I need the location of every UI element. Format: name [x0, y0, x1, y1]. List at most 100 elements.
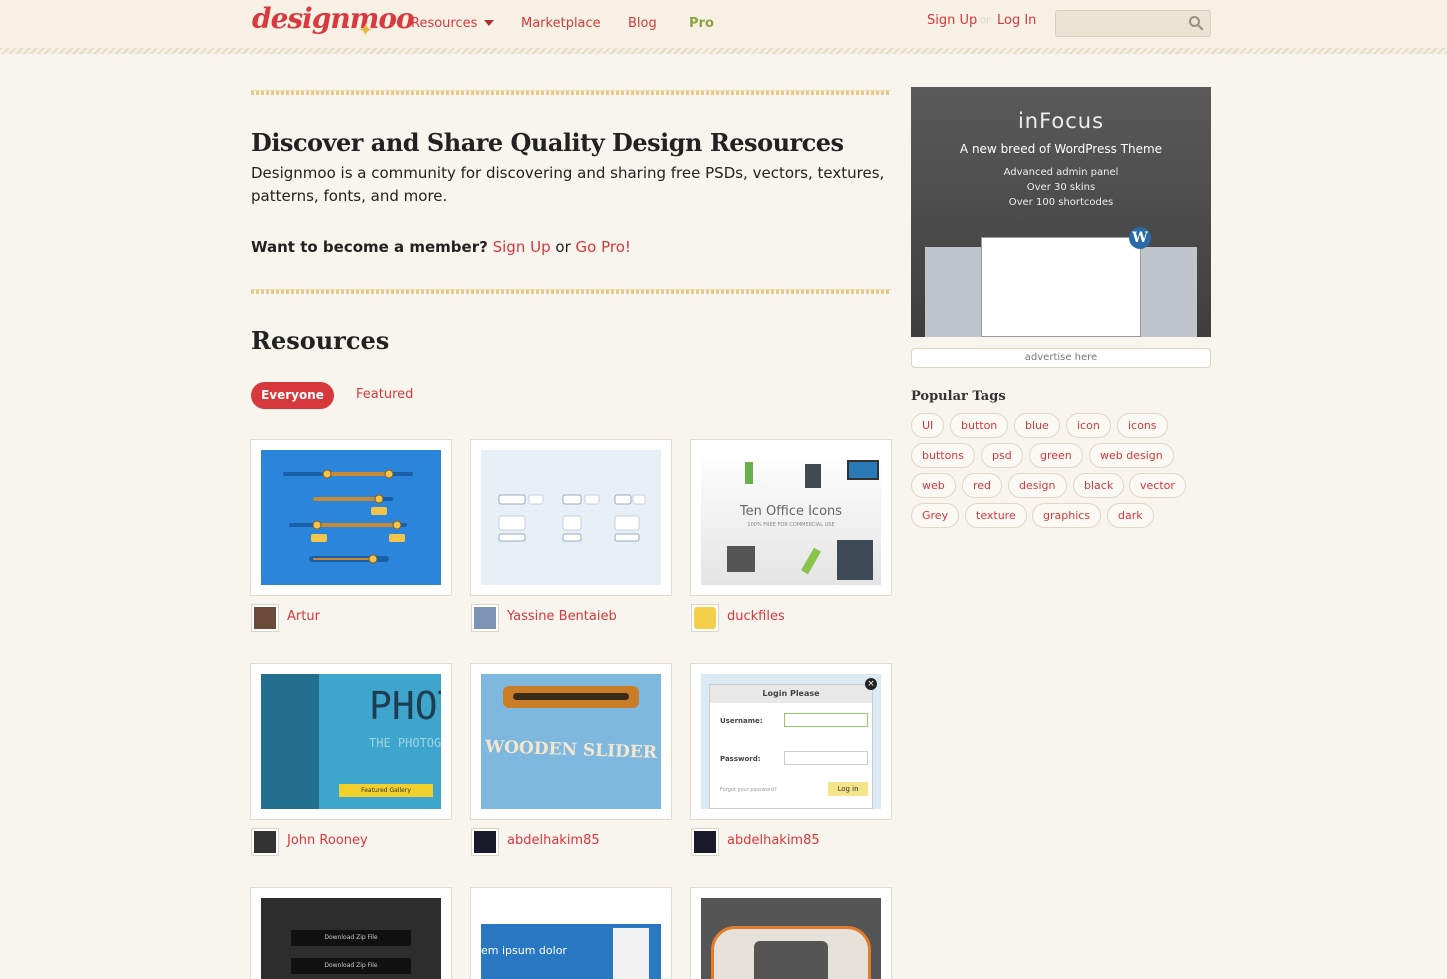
thumb-button: Featured Gallery: [339, 784, 433, 797]
tag-pill[interactable]: web: [911, 473, 956, 498]
tag-pill[interactable]: web design: [1089, 443, 1174, 468]
tag-pill[interactable]: psd: [981, 443, 1023, 468]
divider: [251, 289, 891, 294]
tag-pill[interactable]: red: [962, 473, 1003, 498]
ad-screenshot: [925, 237, 1197, 337]
resource-card[interactable]: PHOT THE PHOTOG Featured Gallery: [250, 663, 452, 820]
owner-name[interactable]: Artur: [287, 609, 320, 624]
resource-thumbnail[interactable]: WOODEN SLIDER: [481, 674, 661, 809]
filter-everyone-tab[interactable]: Everyone: [251, 382, 334, 409]
tag-pill[interactable]: design: [1008, 473, 1067, 498]
nav-pro[interactable]: Pro: [689, 16, 714, 31]
resource-thumbnail[interactable]: em ipsum dolor: [481, 898, 661, 979]
tag-pill[interactable]: buttons: [911, 443, 976, 468]
owner-name[interactable]: John Rooney: [287, 833, 368, 848]
resource-card[interactable]: [470, 439, 672, 596]
ad-tagline: A new breed of WordPress Theme: [959, 142, 1163, 156]
thumb-title: Ten Office Icons: [739, 504, 843, 519]
ad-banner[interactable]: inFocus A new breed of WordPress Theme A…: [911, 87, 1211, 337]
tag-pill[interactable]: green: [1029, 443, 1083, 468]
resource-card[interactable]: Login Please Username: Password: Forgot …: [690, 663, 892, 820]
notebook-icon: [837, 540, 873, 580]
avatar[interactable]: [251, 604, 279, 632]
avatar[interactable]: [471, 604, 499, 632]
nav-blog[interactable]: Blog: [628, 16, 657, 31]
divider: [251, 90, 891, 95]
login-dialog: Login Please Username: Password: Forgot …: [709, 684, 873, 809]
avatar[interactable]: [691, 828, 719, 856]
ad-screenshot-front: [981, 237, 1141, 337]
go-pro-link[interactable]: Go Pro!: [576, 238, 631, 256]
thumb-side-panel: [261, 674, 319, 809]
tag-pill[interactable]: Grey: [911, 503, 960, 528]
hero-signup-link[interactable]: Sign Up: [493, 238, 551, 256]
tag-pill[interactable]: icons: [1117, 413, 1168, 438]
search-icon[interactable]: [1188, 15, 1204, 31]
tag-pill[interactable]: graphics: [1032, 503, 1102, 528]
tag-pill[interactable]: UI: [911, 413, 945, 438]
resource-card[interactable]: Ten Office Icons 100% FREE FOR COMMERCIA…: [690, 439, 892, 596]
ad-feature: Advanced admin panel: [1003, 167, 1119, 178]
username-label: Username:: [720, 717, 763, 725]
search-box: [1055, 10, 1211, 37]
page-title: Discover and Share Quality Design Resour…: [251, 128, 844, 157]
usb-drive-icon: [745, 462, 753, 484]
search-input[interactable]: [1056, 11, 1181, 36]
nav-resources[interactable]: Resources: [411, 16, 477, 31]
resources-title: Resources: [251, 326, 390, 355]
resource-card[interactable]: em ipsum dolor: [470, 887, 672, 979]
advertise-link[interactable]: advertise here: [911, 348, 1211, 368]
top-bar: designmoo ✦ Resources Marketplace Blog P…: [0, 0, 1447, 54]
resource-thumbnail[interactable]: PHOT THE PHOTOG Featured Gallery: [261, 674, 441, 809]
sparkle-icon: ✦: [358, 20, 374, 41]
resource-thumbnail[interactable]: [481, 450, 661, 585]
thumb-button: Download Zip File: [291, 930, 411, 946]
forgot-link: Forgot your password?: [720, 787, 777, 793]
designmoo-logo[interactable]: designmoo: [252, 2, 415, 42]
filter-featured-tab[interactable]: Featured: [356, 387, 413, 402]
tag-pill[interactable]: icon: [1066, 413, 1111, 438]
resource-card[interactable]: WOODEN SLIDER: [470, 663, 672, 820]
tag-pill[interactable]: vector: [1129, 473, 1186, 498]
nav-marketplace[interactable]: Marketplace: [521, 16, 601, 31]
pen-icon: [801, 547, 821, 575]
owner-name[interactable]: abdelhakim85: [507, 833, 600, 848]
owner-name[interactable]: abdelhakim85: [727, 833, 820, 848]
tag-pill[interactable]: blue: [1014, 413, 1060, 438]
laptop-icon: [847, 460, 879, 480]
gameboy-screen: [754, 941, 828, 979]
resource-thumbnail[interactable]: [701, 898, 881, 979]
signup-link[interactable]: Sign Up: [927, 13, 977, 28]
thumb-login-button: Log in: [828, 782, 868, 796]
login-link[interactable]: Log In: [997, 13, 1036, 28]
resource-card[interactable]: [250, 439, 452, 596]
ad-title: inFocus: [1017, 109, 1105, 133]
tag-pill[interactable]: texture: [965, 503, 1027, 528]
username-field: [784, 713, 868, 727]
ad-feature: Over 30 skins: [1026, 182, 1096, 193]
tag-pill[interactable]: black: [1073, 473, 1125, 498]
close-icon: ×: [865, 678, 877, 690]
resource-thumbnail[interactable]: [261, 450, 441, 585]
popular-tags-title: Popular Tags: [911, 389, 1006, 404]
member-or: or: [555, 238, 571, 256]
avatar[interactable]: [251, 828, 279, 856]
thumb-title: PHOT: [369, 684, 441, 728]
owner-name[interactable]: Yassine Bentaieb: [507, 609, 617, 624]
wooden-slider-groove: [513, 693, 629, 700]
resource-thumbnail[interactable]: Login Please Username: Password: Forgot …: [701, 674, 881, 809]
resource-card[interactable]: Download Zip File Download Zip File: [250, 887, 452, 979]
avatar[interactable]: [471, 828, 499, 856]
resource-card[interactable]: [690, 887, 892, 979]
gameboy-device: [711, 926, 871, 979]
resource-thumbnail[interactable]: Download Zip File Download Zip File: [261, 898, 441, 979]
printer-icon: [727, 546, 755, 572]
thumb-box: [613, 928, 649, 979]
avatar[interactable]: [691, 604, 719, 632]
chevron-down-icon[interactable]: [484, 20, 494, 26]
tag-pill[interactable]: dark: [1107, 503, 1154, 528]
thumb-title: em ipsum dolor: [481, 944, 567, 957]
owner-name[interactable]: duckfiles: [727, 609, 785, 624]
resource-thumbnail[interactable]: Ten Office Icons 100% FREE FOR COMMERCIA…: [701, 450, 881, 585]
tag-pill[interactable]: button: [950, 413, 1009, 438]
